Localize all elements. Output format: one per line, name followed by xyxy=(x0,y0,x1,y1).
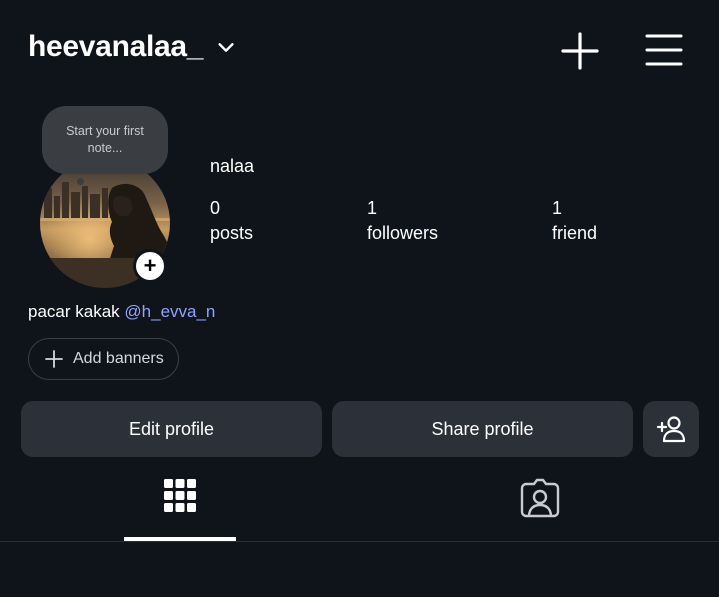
edit-profile-button[interactable]: Edit profile xyxy=(21,401,322,457)
bio-mention-link[interactable]: @h_evva_n xyxy=(124,302,215,321)
friend-label: friend xyxy=(552,223,598,243)
grid-icon xyxy=(164,479,196,512)
posts-count: 0 xyxy=(210,198,221,218)
add-banners-button[interactable]: Add banners xyxy=(28,338,179,380)
add-friend-button[interactable] xyxy=(643,401,699,457)
tab-grid[interactable] xyxy=(124,470,236,542)
account-switcher[interactable]: heevanalaa_ xyxy=(28,30,237,64)
tagged-person-icon xyxy=(520,478,560,518)
note-placeholder: Start your first note... xyxy=(66,124,144,155)
followers-count: 1 xyxy=(367,198,378,218)
username: heevanalaa_ xyxy=(28,30,204,63)
display-name: nalaa xyxy=(210,156,255,176)
add-banners-label: Add banners xyxy=(73,350,164,367)
chevron-down-icon xyxy=(218,43,234,52)
friend-count: 1 xyxy=(552,198,563,218)
posts-stat[interactable]: 0 posts xyxy=(210,196,253,246)
tabs-divider xyxy=(0,541,719,542)
edit-profile-label: Edit profile xyxy=(128,418,215,439)
bio: pacar kakak @h_evva_n xyxy=(28,302,215,322)
tab-tagged[interactable] xyxy=(484,470,596,542)
posts-label: posts xyxy=(210,223,254,243)
share-profile-button[interactable]: Share profile xyxy=(332,401,633,457)
followers-label: followers xyxy=(367,223,439,243)
followers-stat[interactable]: 1 followers xyxy=(367,196,438,246)
plus-icon: + xyxy=(143,253,157,278)
bio-text: pacar kakak xyxy=(28,302,120,321)
note-bubble-tail xyxy=(77,178,84,185)
plus-icon[interactable] xyxy=(560,31,600,71)
profile-page: heevanalaa_ + Start your first note... n… xyxy=(0,0,719,597)
hamburger-menu-icon[interactable] xyxy=(644,31,684,71)
profile-avatar-container[interactable]: + xyxy=(40,158,170,288)
add-person-icon xyxy=(656,416,686,443)
plus-icon xyxy=(45,350,63,368)
add-story-button[interactable]: + xyxy=(133,249,167,283)
share-profile-label: Share profile xyxy=(431,418,534,439)
note-bubble[interactable]: Start your first note... xyxy=(42,106,168,174)
friend-stat[interactable]: 1 friend xyxy=(552,196,597,246)
